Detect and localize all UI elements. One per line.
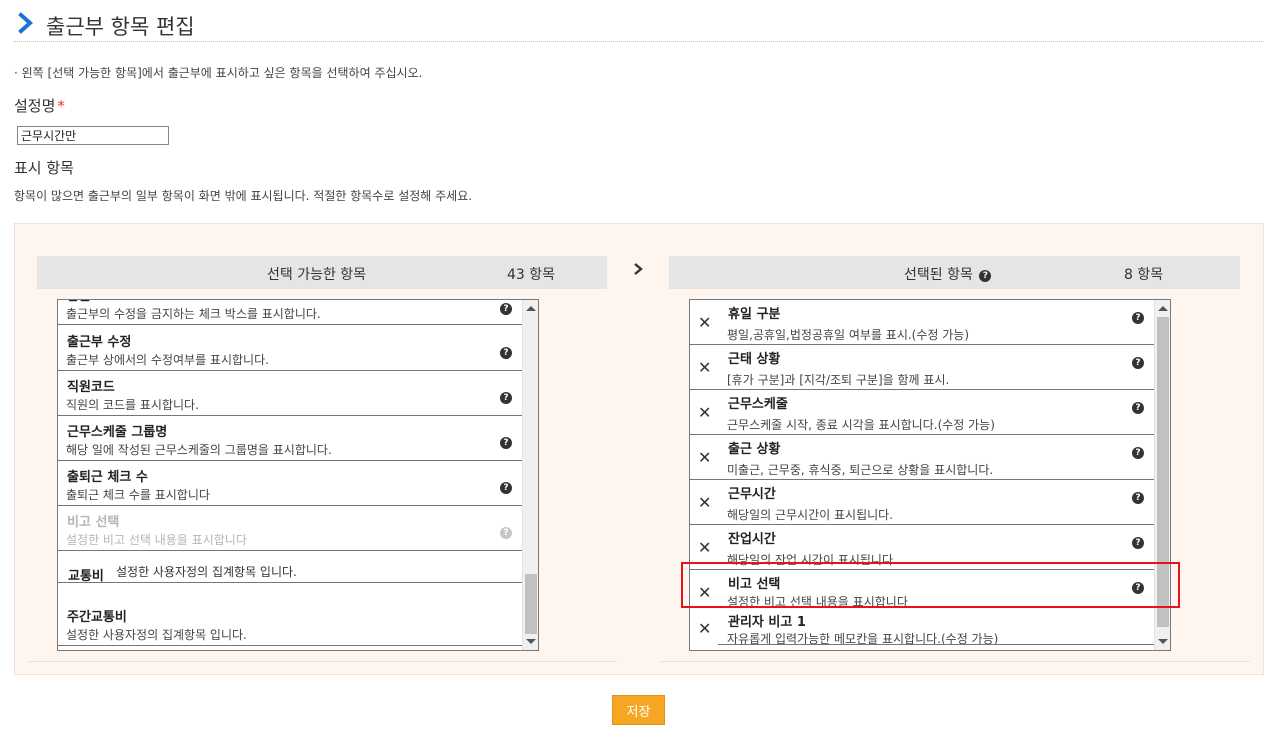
close-icon[interactable]: ✕ [698, 540, 711, 556]
question-circle-icon[interactable]: ? [979, 270, 992, 282]
item-title: 출근부 수정 [67, 335, 132, 350]
item-desc: 직원의 코드를 표시합니다. [66, 398, 199, 412]
item-desc: 설정한 비고 선택 내용을 표시합니다 [66, 533, 247, 547]
list-item[interactable]: ✕ 출근 상황 미출근, 근무중, 휴식중, 퇴근으로 상황을 표시합니다. ? [690, 435, 1154, 480]
available-items-list[interactable]: 잠금 출근부의 수정을 금지하는 체크 박스를 표시합니다. ? 출근부 수정 … [57, 299, 539, 651]
item-title: 잔업시간 [728, 532, 776, 547]
list-item[interactable]: ✕ 근태 상황 [휴가 구분]과 [지각/조퇴 구분]을 함께 표시. ? [690, 345, 1154, 390]
item-desc: 출퇴근 체크 수를 표시합니다 [66, 488, 210, 502]
scroll-thumb[interactable] [525, 574, 537, 634]
required-mark: * [57, 97, 65, 115]
close-icon[interactable]: ✕ [698, 405, 711, 421]
question-circle-icon[interactable]: ? [1132, 357, 1144, 369]
list-item[interactable]: 교통비 설정한 사용자정의 집계항목 입니다. [58, 552, 522, 584]
item-underline [718, 644, 1154, 645]
scroll-down-icon[interactable] [1158, 639, 1168, 644]
chevron-right-icon [18, 12, 34, 34]
item-title: 교통비 [68, 569, 104, 584]
available-list-scrollbar[interactable] [522, 300, 538, 650]
item-title: 출퇴근 체크 수 [67, 470, 148, 485]
save-button[interactable]: 저장 [612, 695, 665, 725]
close-icon[interactable]: ✕ [698, 450, 711, 466]
question-circle-icon[interactable]: ? [1132, 312, 1144, 324]
item-title: 주간교통비 [67, 610, 127, 625]
close-icon[interactable]: ✕ [698, 315, 711, 331]
question-circle-icon[interactable]: ? [1132, 402, 1144, 414]
question-circle-icon: ? [500, 527, 512, 539]
scroll-up-icon[interactable] [1158, 306, 1168, 311]
selected-items-title-text: 선택된 항목 [904, 267, 973, 283]
question-circle-icon[interactable]: ? [1132, 447, 1144, 459]
close-icon[interactable]: ✕ [698, 621, 711, 637]
question-circle-icon[interactable]: ? [1132, 537, 1144, 549]
setting-name-input[interactable] [17, 126, 169, 145]
question-circle-icon[interactable]: ? [1132, 492, 1144, 504]
selected-items-title: 선택된 항목 ? [904, 264, 992, 284]
setting-name-label: 설정명 * [14, 95, 65, 116]
item-title: 출근 상황 [728, 442, 781, 457]
item-title: 관리자 비고 1 [728, 615, 806, 630]
list-item[interactable]: 출퇴근 체크 수 출퇴근 체크 수를 표시합니다 ? [58, 461, 522, 506]
item-title: 잠금 [67, 300, 91, 304]
question-circle-icon[interactable]: ? [500, 437, 512, 449]
display-items-note: 항목이 많으면 출근부의 일부 항목이 화면 밖에 표시됩니다. 적절한 항목수… [14, 189, 473, 203]
item-desc: 출근부 상에서의 수정여부를 표시합니다. [66, 353, 269, 367]
right-panel-divider [660, 661, 1250, 662]
item-title: 근무스케줄 [728, 397, 788, 412]
item-title: 근무스케줄 그룹명 [67, 425, 168, 440]
page-header: 출근부 항목 편집 [14, 8, 1264, 42]
list-item[interactable]: 직원코드 직원의 코드를 표시합니다. ? [58, 371, 522, 416]
list-item[interactable]: 잠금 출근부의 수정을 금지하는 체크 박스를 표시합니다. ? [58, 300, 522, 325]
question-circle-icon[interactable]: ? [500, 303, 512, 315]
scroll-down-icon[interactable] [526, 639, 536, 644]
left-panel-divider [27, 661, 617, 662]
transfer-chevron-icon[interactable] [631, 261, 645, 277]
scroll-up-icon[interactable] [526, 306, 536, 311]
list-item[interactable]: 근무스케줄 그룹명 해당 일에 작성된 근무스케줄의 그룹명을 표시합니다. ? [58, 416, 522, 461]
close-icon[interactable]: ✕ [698, 360, 711, 376]
item-desc: 해당일의 근무시간이 표시됩니다. [727, 508, 894, 522]
item-title: 근무시간 [728, 487, 776, 502]
item-title: 휴일 구분 [728, 307, 781, 322]
question-circle-icon[interactable]: ? [500, 347, 512, 359]
available-items-title: 선택 가능한 항목 [267, 267, 367, 283]
available-items-count: 43 항목 [507, 267, 556, 283]
item-desc: 평일,공휴일,법정공휴일 여부를 표시.(수정 가능) [727, 328, 970, 342]
item-desc: 설정한 사용자정의 집계항목 입니다. [66, 628, 247, 642]
available-items-header: 선택 가능한 항목 43 항목 [37, 256, 607, 289]
question-circle-icon[interactable]: ? [500, 482, 512, 494]
item-title: 비고 선택 [67, 515, 120, 530]
item-desc: [휴가 구분]과 [지각/조퇴 구분]을 함께 표시. [727, 373, 950, 387]
item-desc: 출근부의 수정을 금지하는 체크 박스를 표시합니다. [66, 307, 321, 321]
list-item[interactable]: ✕ 휴일 구분 평일,공휴일,법정공휴일 여부를 표시.(수정 가능) ? [690, 300, 1154, 345]
list-item[interactable]: ✕ 근무스케줄 근무스케줄 시작, 종료 시각을 표시합니다.(수정 가능) ? [690, 390, 1154, 435]
selected-items-header: 선택된 항목 ? 8 항목 [669, 256, 1240, 289]
item-title: 직원코드 [67, 380, 115, 395]
question-circle-icon[interactable]: ? [500, 392, 512, 404]
list-item[interactable]: 주간교통비 설정한 사용자정의 집계항목 입니다. [58, 600, 522, 646]
item-desc: 미출근, 근무중, 휴식중, 퇴근으로 상황을 표시합니다. [727, 463, 994, 477]
setting-name-label-text: 설정명 [14, 97, 56, 115]
intro-text: · 왼쪽 [선택 가능한 항목]에서 출근부에 표시하고 싶은 항목을 선택하여… [14, 66, 423, 80]
display-items-label: 표시 항목 [14, 159, 74, 177]
item-desc: 설정한 사용자정의 집계항목 입니다. [116, 565, 297, 579]
item-desc: 해당 일에 작성된 근무스케줄의 그룹명을 표시합니다. [66, 443, 332, 457]
list-item[interactable]: 출근부 수정 출근부 상에서의 수정여부를 표시합니다. ? [58, 326, 522, 371]
list-item: 비고 선택 설정한 비고 선택 내용을 표시합니다 ? [58, 506, 522, 551]
page-title: 출근부 항목 편집 [46, 15, 195, 39]
selected-items-count: 8 항목 [1124, 267, 1164, 283]
item-desc: 근무스케줄 시작, 종료 시각을 표시합니다.(수정 가능) [727, 418, 995, 432]
list-item[interactable]: ✕ 근무시간 해당일의 근무시간이 표시됩니다. ? [690, 480, 1154, 525]
close-icon[interactable]: ✕ [698, 495, 711, 511]
item-title: 근태 상황 [728, 352, 781, 367]
highlight-box [681, 562, 1180, 608]
